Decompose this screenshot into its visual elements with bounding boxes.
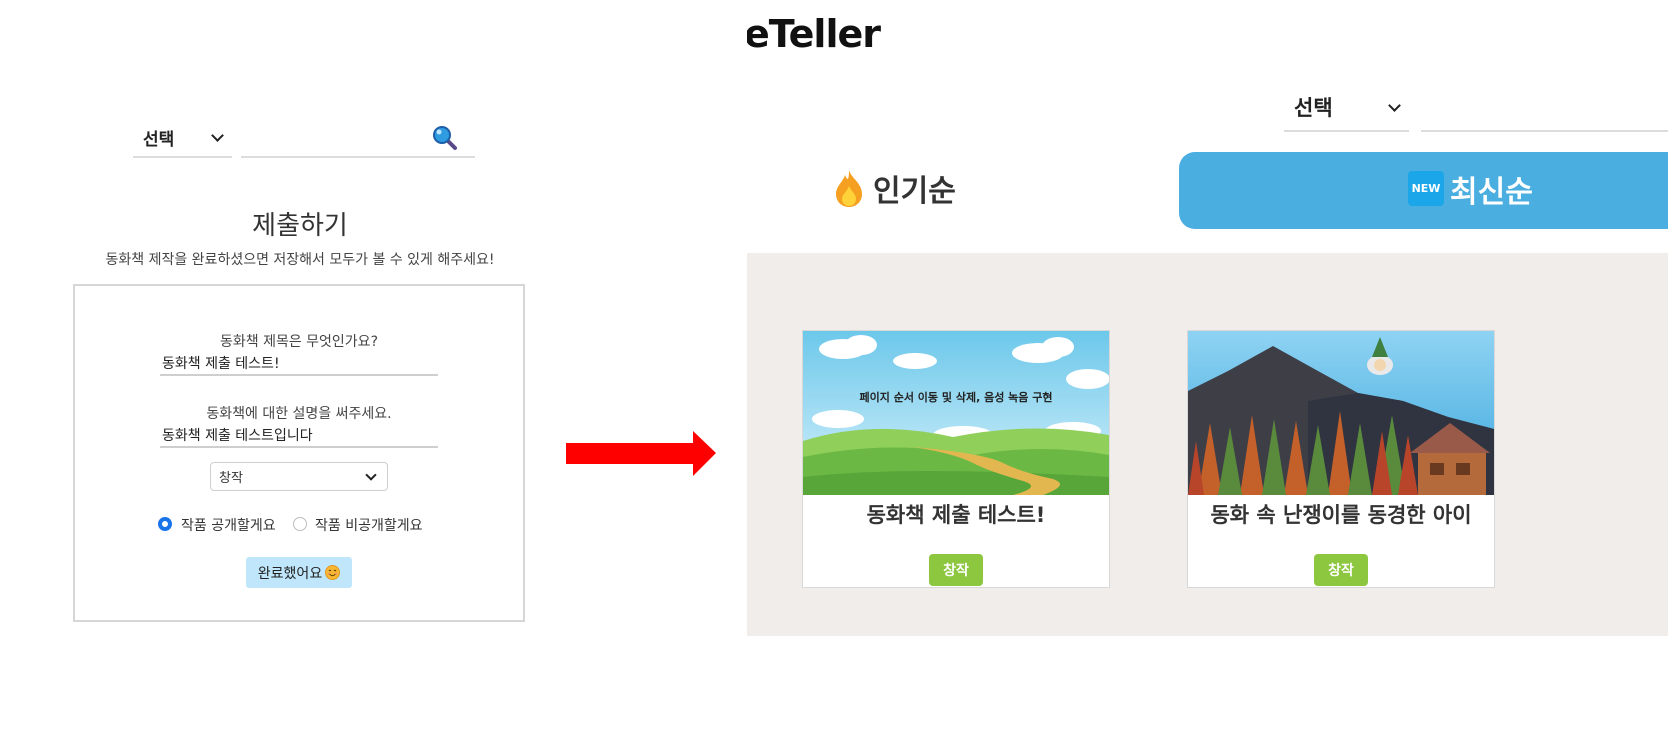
book-card[interactable]: 페이지 순서 이동 및 삭제, 음성 녹음 구현 동화책 제출 테스트! 창작 — [802, 330, 1110, 588]
public-radio-label[interactable]: 작품 공개할게요 — [181, 515, 276, 535]
select-value: 선택 — [143, 129, 175, 150]
tab-latest[interactable]: NEW 최신순 — [1179, 152, 1668, 229]
brand-logo[interactable]: eTeller — [747, 12, 881, 56]
submit-button-label: 완료했어요 — [257, 565, 323, 582]
tab-popular[interactable]: 인기순 — [833, 165, 983, 211]
category-select-value: 창작 — [219, 471, 243, 486]
chevron-down-icon — [211, 128, 224, 142]
right-panel: eTeller 선택 인기순 NEW 최신순 페이지 순서 이동 및 삭제, 음… — [747, 0, 1668, 734]
public-radio[interactable] — [158, 517, 172, 531]
description-question-label: 동화책에 대한 설명을 써주세요. — [206, 406, 392, 422]
submit-button[interactable]: 완료했어요 — [246, 557, 352, 588]
search-icon[interactable] — [432, 125, 458, 151]
select-value: 선택 — [1294, 96, 1333, 120]
book-cover-image — [1188, 331, 1494, 495]
title-field[interactable]: 동화책 제출 테스트! — [160, 353, 438, 376]
form-subtitle: 동화책 제작을 완료하셨으면 저장해서 모두가 볼 수 있게 해주세요! — [105, 252, 495, 268]
book-cover-image — [803, 331, 1109, 495]
arrow-right-icon — [566, 431, 716, 476]
chevron-down-icon — [365, 469, 377, 481]
tab-popular-label: 인기순 — [873, 174, 956, 209]
tab-latest-label: 최신순 — [1450, 175, 1533, 210]
new-badge: NEW — [1408, 171, 1444, 206]
book-cover-caption: 페이지 순서 이동 및 삭제, 음성 녹음 구현 — [859, 391, 1053, 404]
left-panel: 선택 제출하기 동화책 제작을 완료하셨으면 저장해서 모두가 볼 수 있게 해… — [0, 0, 560, 734]
form-title: 제출하기 — [252, 211, 348, 241]
category-badge: 창작 — [1314, 554, 1368, 586]
book-gallery: 페이지 순서 이동 및 삭제, 음성 녹음 구현 동화책 제출 테스트! 창작 — [747, 253, 1668, 636]
search-category-select[interactable]: 선택 — [133, 118, 232, 158]
title-question-label: 동화책 제목은 무엇인가요? — [219, 334, 378, 350]
search-category-select[interactable]: 선택 — [1284, 84, 1409, 132]
category-select[interactable]: 창작 — [210, 462, 388, 491]
book-title: 동화 속 난쟁이를 동경한 아이 — [1210, 503, 1472, 527]
smile-emoji-icon — [325, 565, 341, 580]
search-input[interactable] — [1421, 84, 1668, 132]
chevron-down-icon — [1388, 98, 1401, 112]
book-title: 동화책 제출 테스트! — [866, 503, 1046, 527]
book-card[interactable]: 동화 속 난쟁이를 동경한 아이 창작 — [1187, 330, 1495, 588]
description-field[interactable]: 동화책 제출 테스트입니다 — [160, 425, 438, 448]
category-badge: 창작 — [929, 554, 983, 586]
fire-icon — [836, 170, 862, 207]
private-radio-label[interactable]: 작품 비공개할게요 — [315, 515, 423, 535]
private-radio[interactable] — [293, 517, 307, 531]
